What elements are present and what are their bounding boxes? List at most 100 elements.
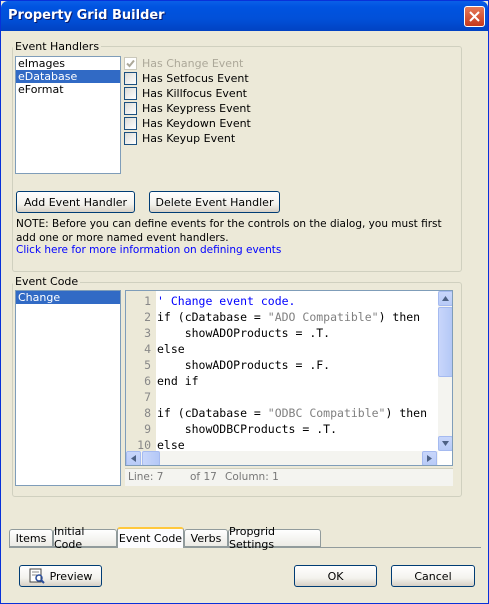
code-lines[interactable]: 1 ' Change event code. 2 if (cDatabase = "A…: [126, 293, 438, 453]
code-token: showADOProducts = .F.: [157, 358, 331, 372]
checkbox-row[interactable]: Has Killfocus Event: [124, 86, 247, 101]
preview-button[interactable]: Preview: [19, 565, 102, 587]
ok-button[interactable]: OK: [294, 565, 377, 587]
help-link[interactable]: Click here for more information on defin…: [16, 244, 281, 256]
checkbox-label: Has Keypress Event: [142, 102, 251, 115]
code-line[interactable]: 5 showADOProducts = .F.: [126, 357, 438, 373]
delete-event-handler-button[interactable]: Delete Event Handler: [149, 191, 280, 213]
line-number: 9: [144, 422, 151, 436]
close-icon: [469, 11, 480, 22]
code-line[interactable]: 7: [126, 389, 438, 405]
code-line[interactable]: 1 ' Change event code.: [126, 293, 438, 309]
list-item[interactable]: Change: [16, 291, 120, 304]
code-token: "ADO Compatible": [267, 310, 379, 324]
chevron-up-icon: [442, 296, 449, 301]
code-text: ' Change event code.: [154, 293, 295, 309]
checkbox[interactable]: [124, 132, 137, 145]
code-line[interactable]: 3 showADOProducts = .T.: [126, 325, 438, 341]
code-line[interactable]: 9 showODBCProducts = .T.: [126, 421, 438, 437]
chevron-left-icon: [131, 455, 136, 462]
checkbox-row[interactable]: Has Change Event: [124, 56, 243, 71]
checkbox-label: Has Killfocus Event: [142, 87, 247, 100]
note-text: NOTE: Before you can define events for t…: [16, 217, 456, 245]
code-text: if (cDatabase = "ADO Compatible") then: [154, 309, 420, 325]
code-text: else: [154, 341, 185, 357]
tab-propgrid-settings[interactable]: Propgrid Settings: [228, 525, 321, 551]
code-token: else: [157, 438, 185, 452]
check-icon: [126, 59, 135, 68]
checkbox-label: Has Change Event: [142, 57, 244, 70]
status-of: of 17: [190, 471, 217, 483]
dialog-window: Property Grid Builder Event Handlers eIm…: [0, 0, 489, 604]
scroll-left-button[interactable]: [126, 451, 141, 465]
event-handlers-list[interactable]: eImages eDatabase eFormat: [15, 56, 121, 174]
window-title: Property Grid Builder: [8, 8, 165, 23]
line-number: 1: [144, 294, 151, 308]
checkbox-row[interactable]: Has Keydown Event: [124, 116, 251, 131]
cancel-button[interactable]: Cancel: [391, 565, 475, 587]
code-token: ' Change event code.: [157, 294, 296, 308]
code-token: else: [157, 342, 185, 356]
vertical-scroll-thumb[interactable]: [438, 307, 452, 377]
code-editor[interactable]: 1 ' Change event code. 2 if (cDatabase = "A…: [125, 290, 453, 466]
title-bar[interactable]: Property Grid Builder: [1, 1, 488, 31]
checkbox: [124, 57, 137, 70]
tab-initial-code[interactable]: Initial Code: [53, 525, 117, 551]
close-button[interactable]: [464, 6, 485, 27]
status-line: Line: 7: [128, 471, 164, 483]
editor-status-bar: Line: 7 of 17 Column: 1: [125, 468, 453, 486]
line-number: 8: [144, 406, 151, 420]
list-item[interactable]: eImages: [16, 57, 120, 70]
horizontal-scrollbar[interactable]: [126, 451, 438, 465]
note-line-1: NOTE: Before you can define events for t…: [16, 218, 442, 230]
tab-verbs[interactable]: Verbs: [184, 529, 228, 547]
code-line[interactable]: 2 if (cDatabase = "ADO Compatible") then: [126, 309, 438, 325]
line-number: 6: [144, 374, 151, 388]
code-line[interactable]: 4 else: [126, 341, 438, 357]
code-line[interactable]: 8 if (cDatabase = "ODBC Compatible") then: [126, 405, 438, 421]
add-event-handler-button[interactable]: Add Event Handler: [16, 191, 135, 213]
code-text: showADOProducts = .T.: [154, 325, 330, 341]
line-number: 4: [144, 342, 151, 356]
preview-icon: [29, 568, 45, 584]
checkbox-row[interactable]: Has Keyup Event: [124, 131, 235, 146]
preview-label: Preview: [49, 569, 93, 583]
code-token: ) then: [385, 406, 428, 420]
event-code-label: Event Code: [13, 275, 81, 288]
scroll-right-button[interactable]: [422, 451, 437, 465]
code-text: end if: [154, 373, 199, 389]
code-token: ) then: [378, 310, 421, 324]
checkbox-label: Has Setfocus Event: [142, 72, 249, 85]
checkbox-label: Has Keyup Event: [142, 132, 236, 145]
checkbox[interactable]: [124, 72, 137, 85]
checkbox[interactable]: [124, 102, 137, 115]
code-text: if (cDatabase = "ODBC Compatible") then: [154, 405, 427, 421]
code-token: if (cDatabase =: [157, 310, 268, 324]
scroll-up-button[interactable]: [438, 291, 452, 306]
scroll-down-button[interactable]: [438, 436, 452, 451]
chevron-down-icon: [442, 441, 449, 446]
code-token: end if: [157, 374, 199, 388]
chevron-right-icon: [427, 455, 432, 462]
checkbox-row[interactable]: Has Setfocus Event: [124, 71, 249, 86]
code-text: showADOProducts = .F.: [154, 357, 330, 373]
horizontal-scroll-thumb[interactable]: [142, 451, 160, 465]
line-number: 7: [144, 390, 151, 404]
tab-event-code[interactable]: Event Code: [117, 527, 184, 548]
code-token: "ODBC Compatible": [267, 406, 386, 420]
list-item[interactable]: eFormat: [16, 83, 120, 96]
event-handlers-label: Event Handlers: [13, 40, 102, 53]
tab-items[interactable]: Items: [9, 529, 53, 547]
note-line-2: add one or more named event handlers.: [16, 232, 229, 244]
event-code-list[interactable]: Change: [15, 290, 121, 486]
checkbox[interactable]: [124, 117, 137, 130]
list-item[interactable]: eDatabase: [16, 70, 120, 83]
code-token: showADOProducts = .T.: [157, 326, 331, 340]
line-number: 3: [144, 326, 151, 340]
line-number: 2: [144, 310, 151, 324]
checkbox-row[interactable]: Has Keypress Event: [124, 101, 251, 116]
checkbox[interactable]: [124, 87, 137, 100]
code-line[interactable]: 6 end if: [126, 373, 438, 389]
checkbox-label: Has Keydown Event: [142, 117, 251, 130]
vertical-scrollbar[interactable]: [438, 291, 452, 451]
